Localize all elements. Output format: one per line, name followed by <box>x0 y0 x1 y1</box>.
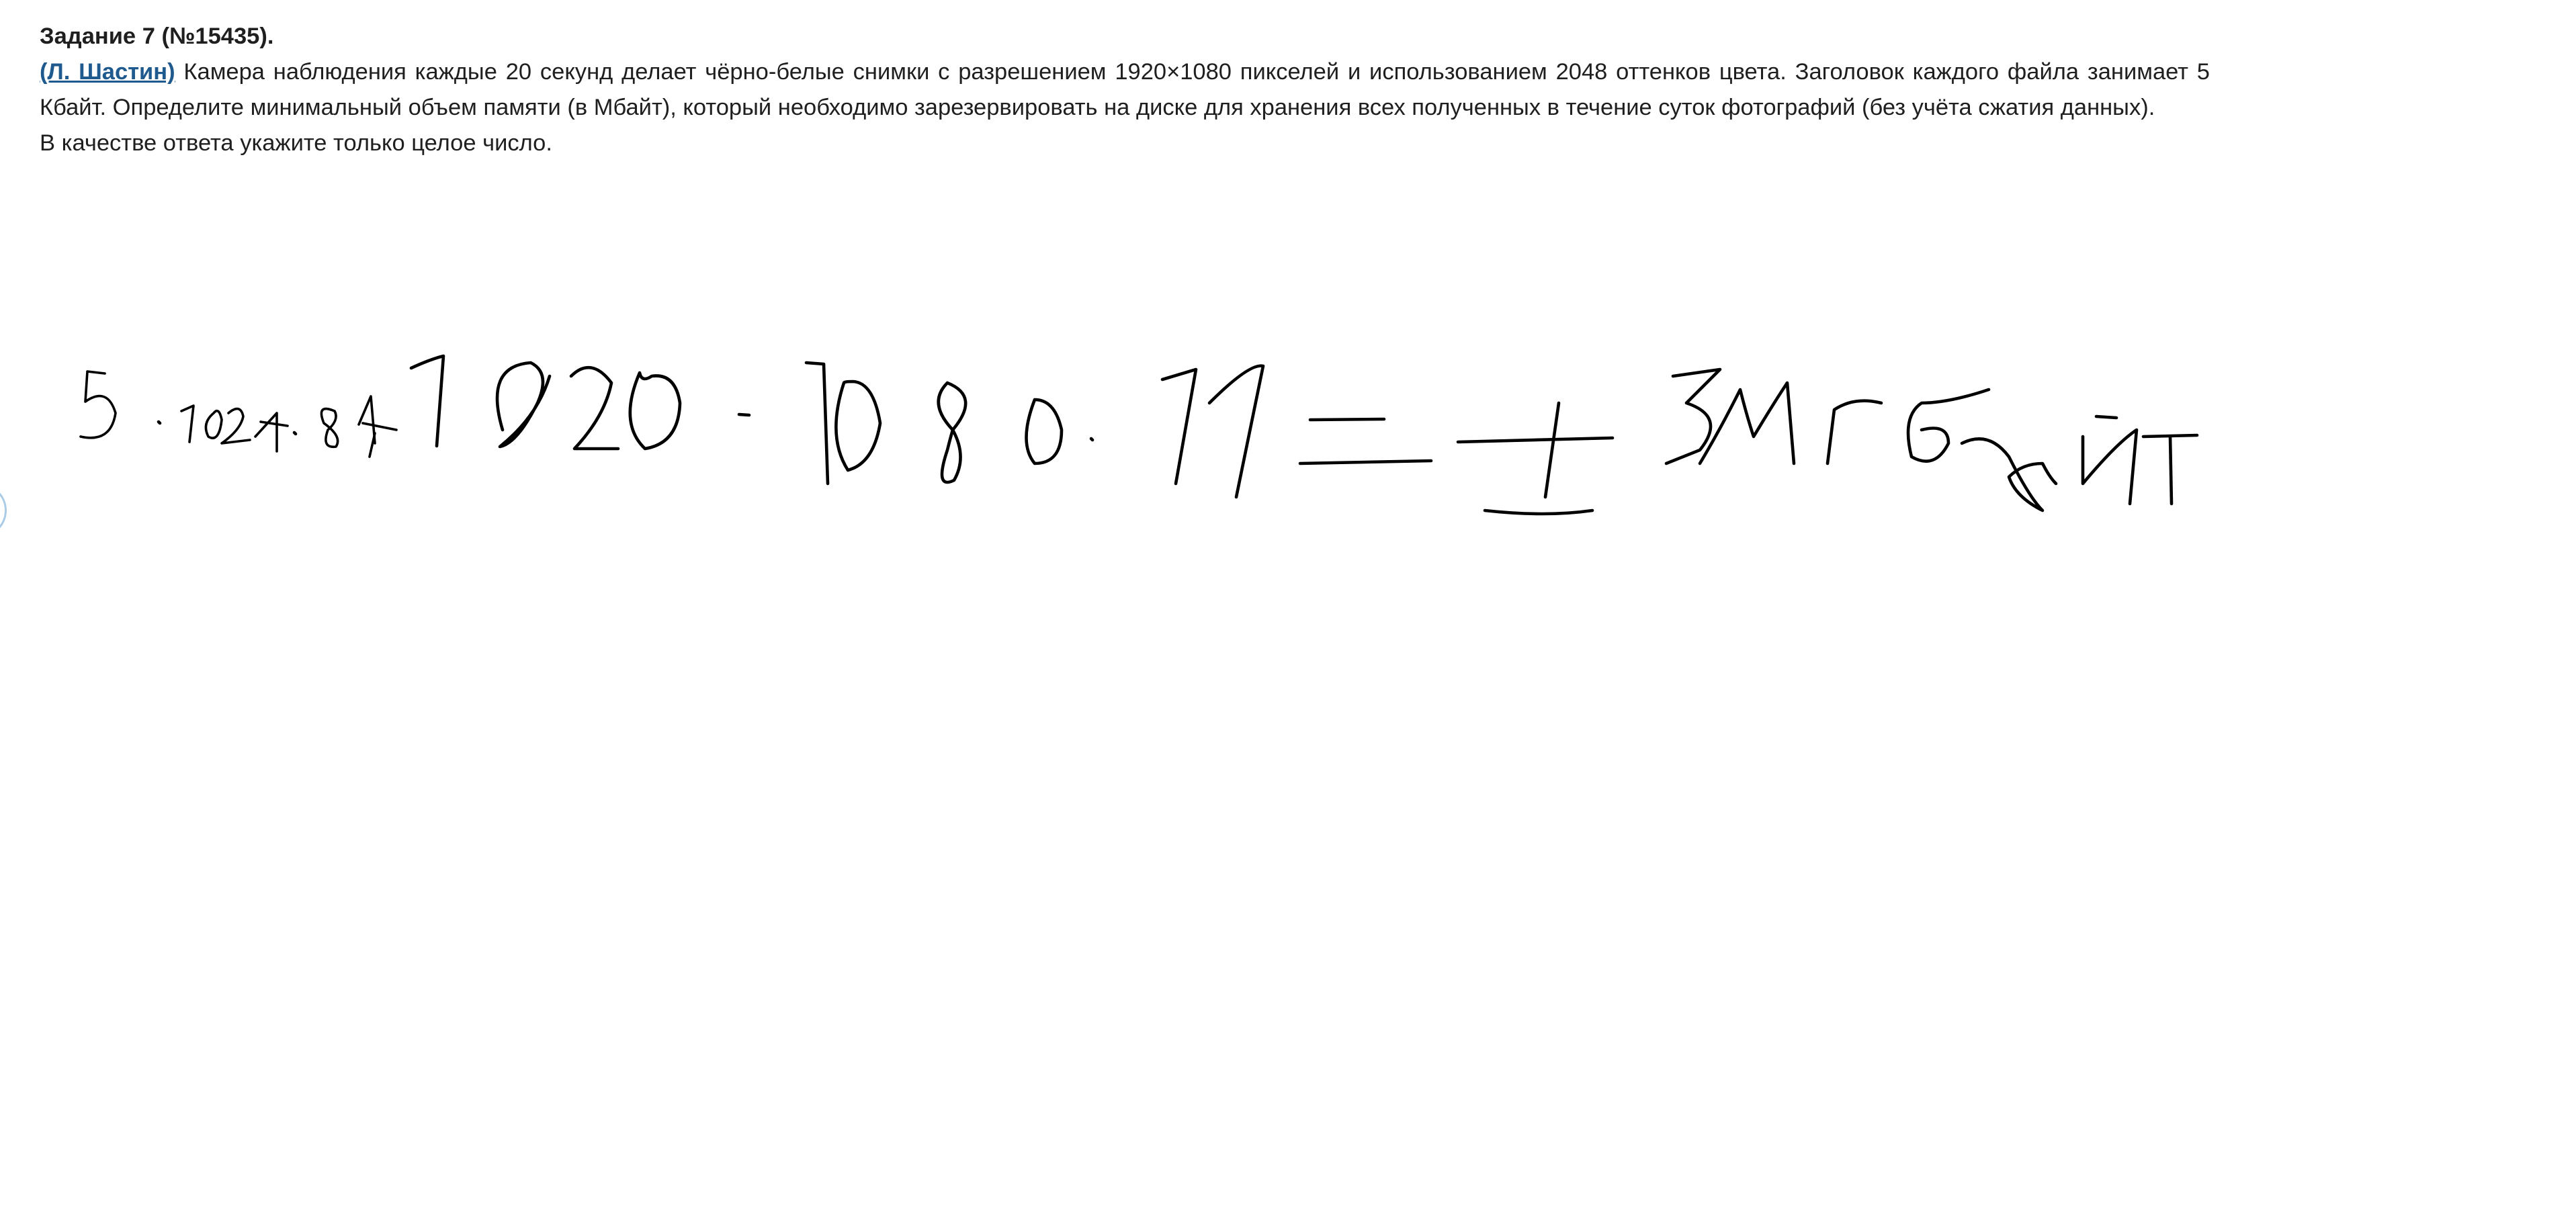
author-link[interactable]: (Л. Шастин) <box>40 59 175 85</box>
handwritten-expression <box>79 354 2199 516</box>
letter-i <box>2081 428 2139 506</box>
digit-8 <box>320 407 339 449</box>
handwritten-solution <box>79 354 2199 516</box>
digit-0-third <box>1025 398 1064 465</box>
digit-0 <box>628 371 682 451</box>
letter-a <box>1960 437 2058 512</box>
task-statement: (Л. Шастин) Камера наблюдения каждые 20 … <box>40 54 2210 126</box>
letter-t-bar <box>2141 433 2199 439</box>
digit-5 <box>79 370 117 439</box>
side-panel-handle[interactable] <box>0 484 7 537</box>
equals-top <box>1308 417 1386 422</box>
number-1024 <box>180 404 289 453</box>
answer-instruction: В качестве ответа укажите только целое ч… <box>40 130 552 156</box>
plus-sign <box>357 395 398 458</box>
multiply-dot-2 <box>292 431 298 436</box>
letter-m <box>1698 381 1796 465</box>
digit-8-second <box>937 381 968 484</box>
multiply-dot-1 <box>157 420 162 425</box>
letter-g <box>1826 399 1883 465</box>
digit-1-fourth <box>1207 364 1265 499</box>
plus-minus-sign <box>1456 401 1615 516</box>
task-title: Задание 7 (№15435). <box>40 24 274 49</box>
digit-9 <box>495 361 552 449</box>
digit-3 <box>1664 367 1722 465</box>
letter-b <box>1906 388 1991 463</box>
letter-i-breve <box>2094 414 2118 420</box>
multiply-dot-3 <box>737 412 751 417</box>
letter-t-stem <box>2168 435 2174 506</box>
digit-1-second <box>804 361 830 486</box>
digit-2 <box>569 365 620 451</box>
task-statement-text: Камера наблюдения каждые 20 секунд делае… <box>40 59 2210 120</box>
digit-0-second <box>834 379 882 472</box>
task-block: Задание 7 (№15435). (Л. Шастин) Камера н… <box>40 19 2210 161</box>
multiply-dot-4 <box>1089 437 1094 442</box>
equals-bottom <box>1298 459 1433 465</box>
digit-1-third <box>1160 367 1198 486</box>
digit-1 <box>409 354 445 448</box>
